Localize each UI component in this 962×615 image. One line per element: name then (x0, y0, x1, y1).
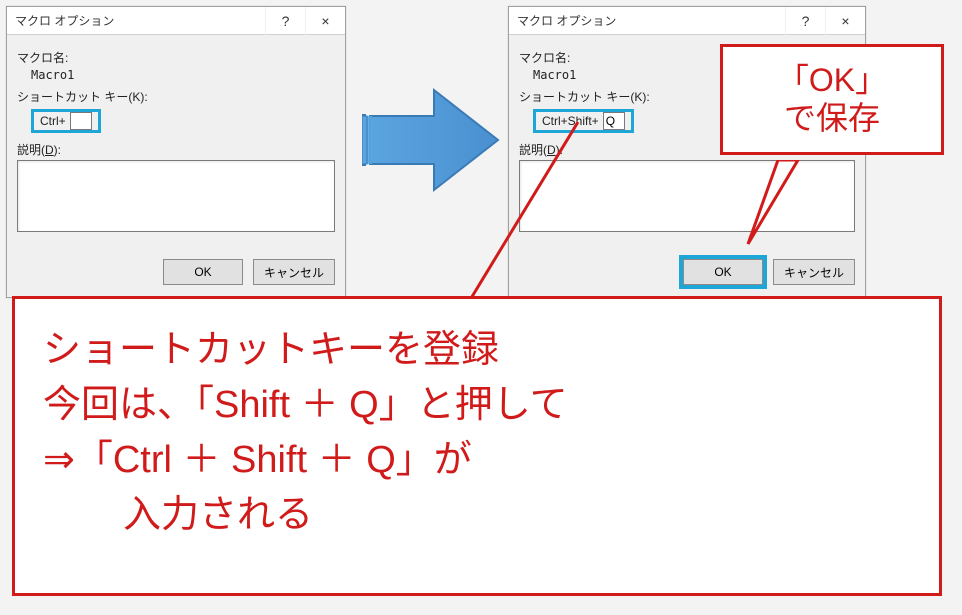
close-button[interactable]: × (825, 7, 865, 35)
instruction-box: ショートカットキーを登録 今回は、「Shift ＋ Q」と押して ⇒「Ctrl … (12, 296, 942, 596)
cancel-button[interactable]: キャンセル (773, 259, 855, 285)
instruction-line-2: 今回は、「Shift ＋ Q」と押して (43, 378, 911, 433)
shortcut-prefix: Ctrl+Shift+ (542, 114, 599, 128)
help-button[interactable]: ? (785, 7, 825, 35)
titlebar: マクロ オプション ? × (7, 7, 345, 35)
description-textarea[interactable] (17, 160, 335, 232)
dialog-title: マクロ オプション (15, 12, 265, 29)
dialog-footer: OK キャンセル (509, 249, 865, 297)
shortcut-box-highlight: Ctrl+ (31, 109, 101, 133)
macro-options-dialog-before: マクロ オプション ? × マクロ名: Macro1 ショートカット キー(K)… (6, 6, 346, 298)
ok-button[interactable]: OK (163, 259, 243, 285)
shortcut-key-input[interactable] (70, 112, 92, 130)
dialog-body: マクロ名: Macro1 ショートカット キー(K): Ctrl+ 説明(D): (7, 35, 345, 249)
macro-name-value: Macro1 (17, 68, 335, 82)
dialog-title: マクロ オプション (517, 12, 785, 29)
instruction-line-3: ⇒「Ctrl ＋ Shift ＋ Q」が (43, 433, 911, 488)
arrow-icon (362, 80, 502, 200)
help-button[interactable]: ? (265, 7, 305, 35)
shortcut-key-input[interactable] (603, 112, 625, 130)
description-label: 説明(D): (17, 141, 335, 158)
cancel-button[interactable]: キャンセル (253, 259, 335, 285)
callout-line-2: で保存 (733, 99, 931, 137)
callout-line-1: 「OK」 (733, 61, 931, 99)
dialog-footer: OK キャンセル (7, 249, 345, 297)
description-textarea[interactable] (519, 160, 855, 232)
titlebar: マクロ オプション ? × (509, 7, 865, 35)
ok-button[interactable]: OK (683, 259, 763, 285)
macro-name-label: マクロ名: (17, 49, 335, 66)
shortcut-key-label: ショートカット キー(K): (17, 88, 335, 105)
shortcut-box-highlight: Ctrl+Shift+ (533, 109, 634, 133)
shortcut-prefix: Ctrl+ (40, 114, 66, 128)
callout-save-with-ok: 「OK」 で保存 (720, 44, 944, 155)
instruction-line-1: ショートカットキーを登録 (43, 323, 911, 378)
close-button[interactable]: × (305, 7, 345, 35)
instruction-line-4: 入力される (43, 488, 911, 543)
callout-tail-icon (740, 160, 800, 250)
